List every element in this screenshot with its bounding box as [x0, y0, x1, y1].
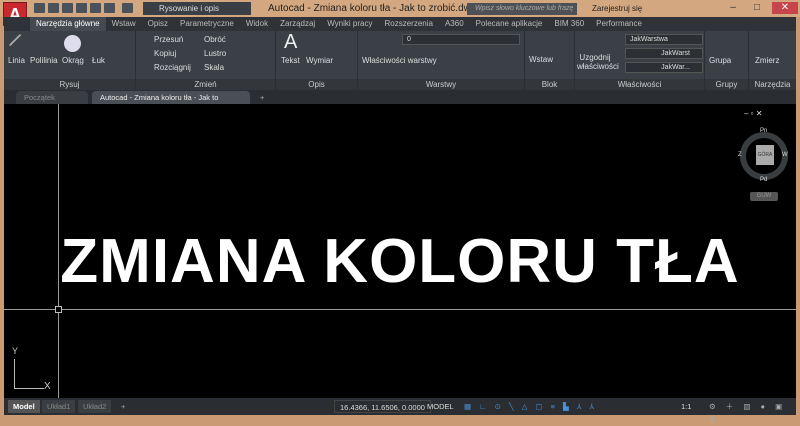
panel-groups: Grupa Grupy	[705, 31, 749, 90]
viewcube-south[interactable]: Pd	[760, 177, 767, 183]
lineweight-dropdown[interactable]: JakWar...	[625, 62, 703, 73]
tab-output[interactable]: Wyniki pracy	[321, 17, 378, 31]
workspace-dropdown[interactable]: Rysowanie i opis	[143, 2, 251, 15]
ucs-x-label: X	[44, 381, 51, 392]
crosshair-horizontal	[4, 309, 796, 310]
scale-button[interactable]: Skala	[204, 63, 224, 72]
panel-draw: Linia Polilinia Okrąg Łuk Rysuj	[4, 31, 136, 90]
tab-home[interactable]: Narzędzia główne	[30, 17, 106, 31]
move-button[interactable]: Przesuń	[154, 35, 183, 44]
layer-properties-button[interactable]: Właściwości warstwy	[362, 56, 437, 65]
model-space-toggle[interactable]: MODEL	[422, 400, 459, 413]
coordinates-readout[interactable]: 16.4366, 11.6506, 0.0000	[334, 400, 431, 413]
tab-featured-apps[interactable]: Polecane aplikacje	[470, 17, 549, 31]
undo-icon[interactable]	[104, 3, 115, 13]
document-tabs: Początek Autocad - Zmiana koloru tła - J…	[4, 90, 796, 115]
cursor-pickbox	[55, 306, 62, 313]
panel-properties: Uzgodnij właściwości JakWarstwa JakWarst…	[575, 31, 705, 90]
tab-insert[interactable]: Wstaw	[106, 17, 142, 31]
tab-model[interactable]: Model	[8, 400, 40, 413]
circle-icon[interactable]	[64, 35, 81, 52]
polyline-button[interactable]: Polilinia	[30, 56, 58, 65]
status-tools[interactable]: ⚙ ＋ ▧ ● ▣ ☰	[704, 400, 796, 424]
stretch-button[interactable]: Rozciągnij	[154, 63, 191, 72]
tab-manage[interactable]: Zarządzaj	[274, 17, 321, 31]
tab-drawing[interactable]: Autocad - Zmiana koloru tła - Jak to zro…	[92, 91, 250, 115]
measure-button[interactable]: Zmierz	[755, 56, 779, 65]
text-button[interactable]: Tekst	[281, 56, 300, 65]
panel-utilities: Zmierz Narzędzia	[749, 31, 796, 90]
match-properties-button[interactable]: Uzgodnij właściwości	[577, 53, 619, 71]
sign-in-button[interactable]: Zarejestruj się	[592, 3, 642, 15]
close-button[interactable]: ✕	[772, 2, 798, 14]
line-icon[interactable]	[8, 33, 32, 57]
tab-layout2[interactable]: Układ2	[78, 400, 112, 413]
copy-button[interactable]: Kopiuj	[154, 49, 176, 58]
tab-layout1[interactable]: Układ1	[42, 400, 76, 413]
save-as-icon[interactable]	[76, 3, 87, 13]
panel-title[interactable]: Grupy	[705, 79, 748, 90]
tab-start[interactable]: Początek	[16, 91, 88, 104]
panel-title[interactable]: Blok	[525, 79, 574, 90]
drafting-toggles[interactable]: ▦ ∟ ⊙ ╲ △ ▢ ≡ ▙ ⅄ ⅄	[459, 400, 602, 413]
redo-icon[interactable]	[122, 3, 133, 13]
print-icon[interactable]	[90, 3, 101, 13]
ucs-menu[interactable]: GUW	[750, 192, 778, 201]
line-button[interactable]: Linia	[8, 56, 25, 65]
status-bar: Model Układ1 Układ2 + 16.4366, 11.6506, …	[4, 398, 796, 424]
viewcube-north[interactable]: Pn	[760, 128, 767, 134]
text-icon[interactable]: A	[284, 31, 297, 54]
ribbon-tabs: Narzędzia główne Wstaw Opisz Parametrycz…	[4, 17, 796, 31]
arc-button[interactable]: Łuk	[92, 56, 105, 65]
ribbon: Linia Polilinia Okrąg Łuk Rysuj Przesuń …	[4, 31, 796, 90]
panel-title[interactable]: Właściwości	[575, 79, 704, 90]
new-tab-button[interactable]: +	[252, 91, 272, 104]
mirror-button[interactable]: Lustro	[204, 49, 226, 58]
circle-button[interactable]: Okrąg	[62, 56, 84, 65]
tab-bim360[interactable]: BIM 360	[548, 17, 590, 31]
insert-button[interactable]: Wstaw	[529, 55, 553, 64]
window-title: Autocad - Zmiana koloru tła - Jak to zro…	[268, 3, 477, 14]
save-icon[interactable]	[62, 3, 73, 13]
tab-performance[interactable]: Performance	[590, 17, 648, 31]
rotate-button[interactable]: Obróć	[204, 35, 226, 44]
search-input[interactable]: Wpisz słowo kluczowe lub frazę	[467, 3, 577, 15]
minimize-button[interactable]: –	[722, 2, 744, 14]
viewcube-top[interactable]: GÓRA	[756, 145, 774, 165]
new-icon[interactable]	[34, 3, 45, 13]
panel-title[interactable]: Rysuj	[4, 79, 135, 90]
tab-annotate[interactable]: Opisz	[142, 17, 174, 31]
linetype-dropdown[interactable]: JakWarst	[625, 48, 703, 59]
maximize-button[interactable]: □	[746, 2, 768, 14]
tab-view[interactable]: Widok	[240, 17, 274, 31]
open-icon[interactable]	[48, 3, 59, 13]
viewcube-east[interactable]: W	[782, 152, 788, 158]
color-dropdown[interactable]: JakWarstwa	[625, 34, 703, 45]
panel-title[interactable]: Warstwy	[358, 79, 524, 90]
viewport-controls[interactable]: – ▫ ✕	[744, 109, 762, 118]
drawing-text[interactable]: ZMIANA KOLORU TŁA	[4, 226, 796, 297]
panel-title[interactable]: Zmień	[136, 79, 275, 90]
panel-layers: Właściwości warstwy 0 Warstwy	[358, 31, 525, 90]
ucs-y-label: Y	[12, 346, 19, 356]
ucs-icon	[14, 359, 15, 389]
group-button[interactable]: Grupa	[709, 56, 731, 65]
viewcube-west[interactable]: Z	[738, 152, 742, 158]
panel-annotation: A Tekst Wymiar Opis	[276, 31, 358, 90]
panel-block: Wstaw Blok	[525, 31, 575, 90]
add-layout-button[interactable]: +	[116, 400, 130, 413]
layer-dropdown[interactable]: 0	[402, 34, 520, 45]
tab-parametric[interactable]: Parametryczne	[174, 17, 240, 31]
drawing-canvas[interactable]: ZMIANA KOLORU TŁA Y X – ▫ ✕ GÓRA Pn Pd W…	[4, 104, 796, 398]
tab-addins[interactable]: Rozszerzenia	[378, 17, 438, 31]
annotation-scale[interactable]: 1:1	[676, 400, 696, 413]
panel-title[interactable]: Opis	[276, 79, 357, 90]
dimension-button[interactable]: Wymiar	[306, 56, 333, 65]
panel-title[interactable]: Narzędzia	[749, 79, 796, 90]
tab-a360[interactable]: A360	[439, 17, 470, 31]
panel-modify: Przesuń Obróć Kopiuj Lustro Rozciągnij S…	[136, 31, 276, 90]
ucs-x-axis	[14, 388, 44, 389]
